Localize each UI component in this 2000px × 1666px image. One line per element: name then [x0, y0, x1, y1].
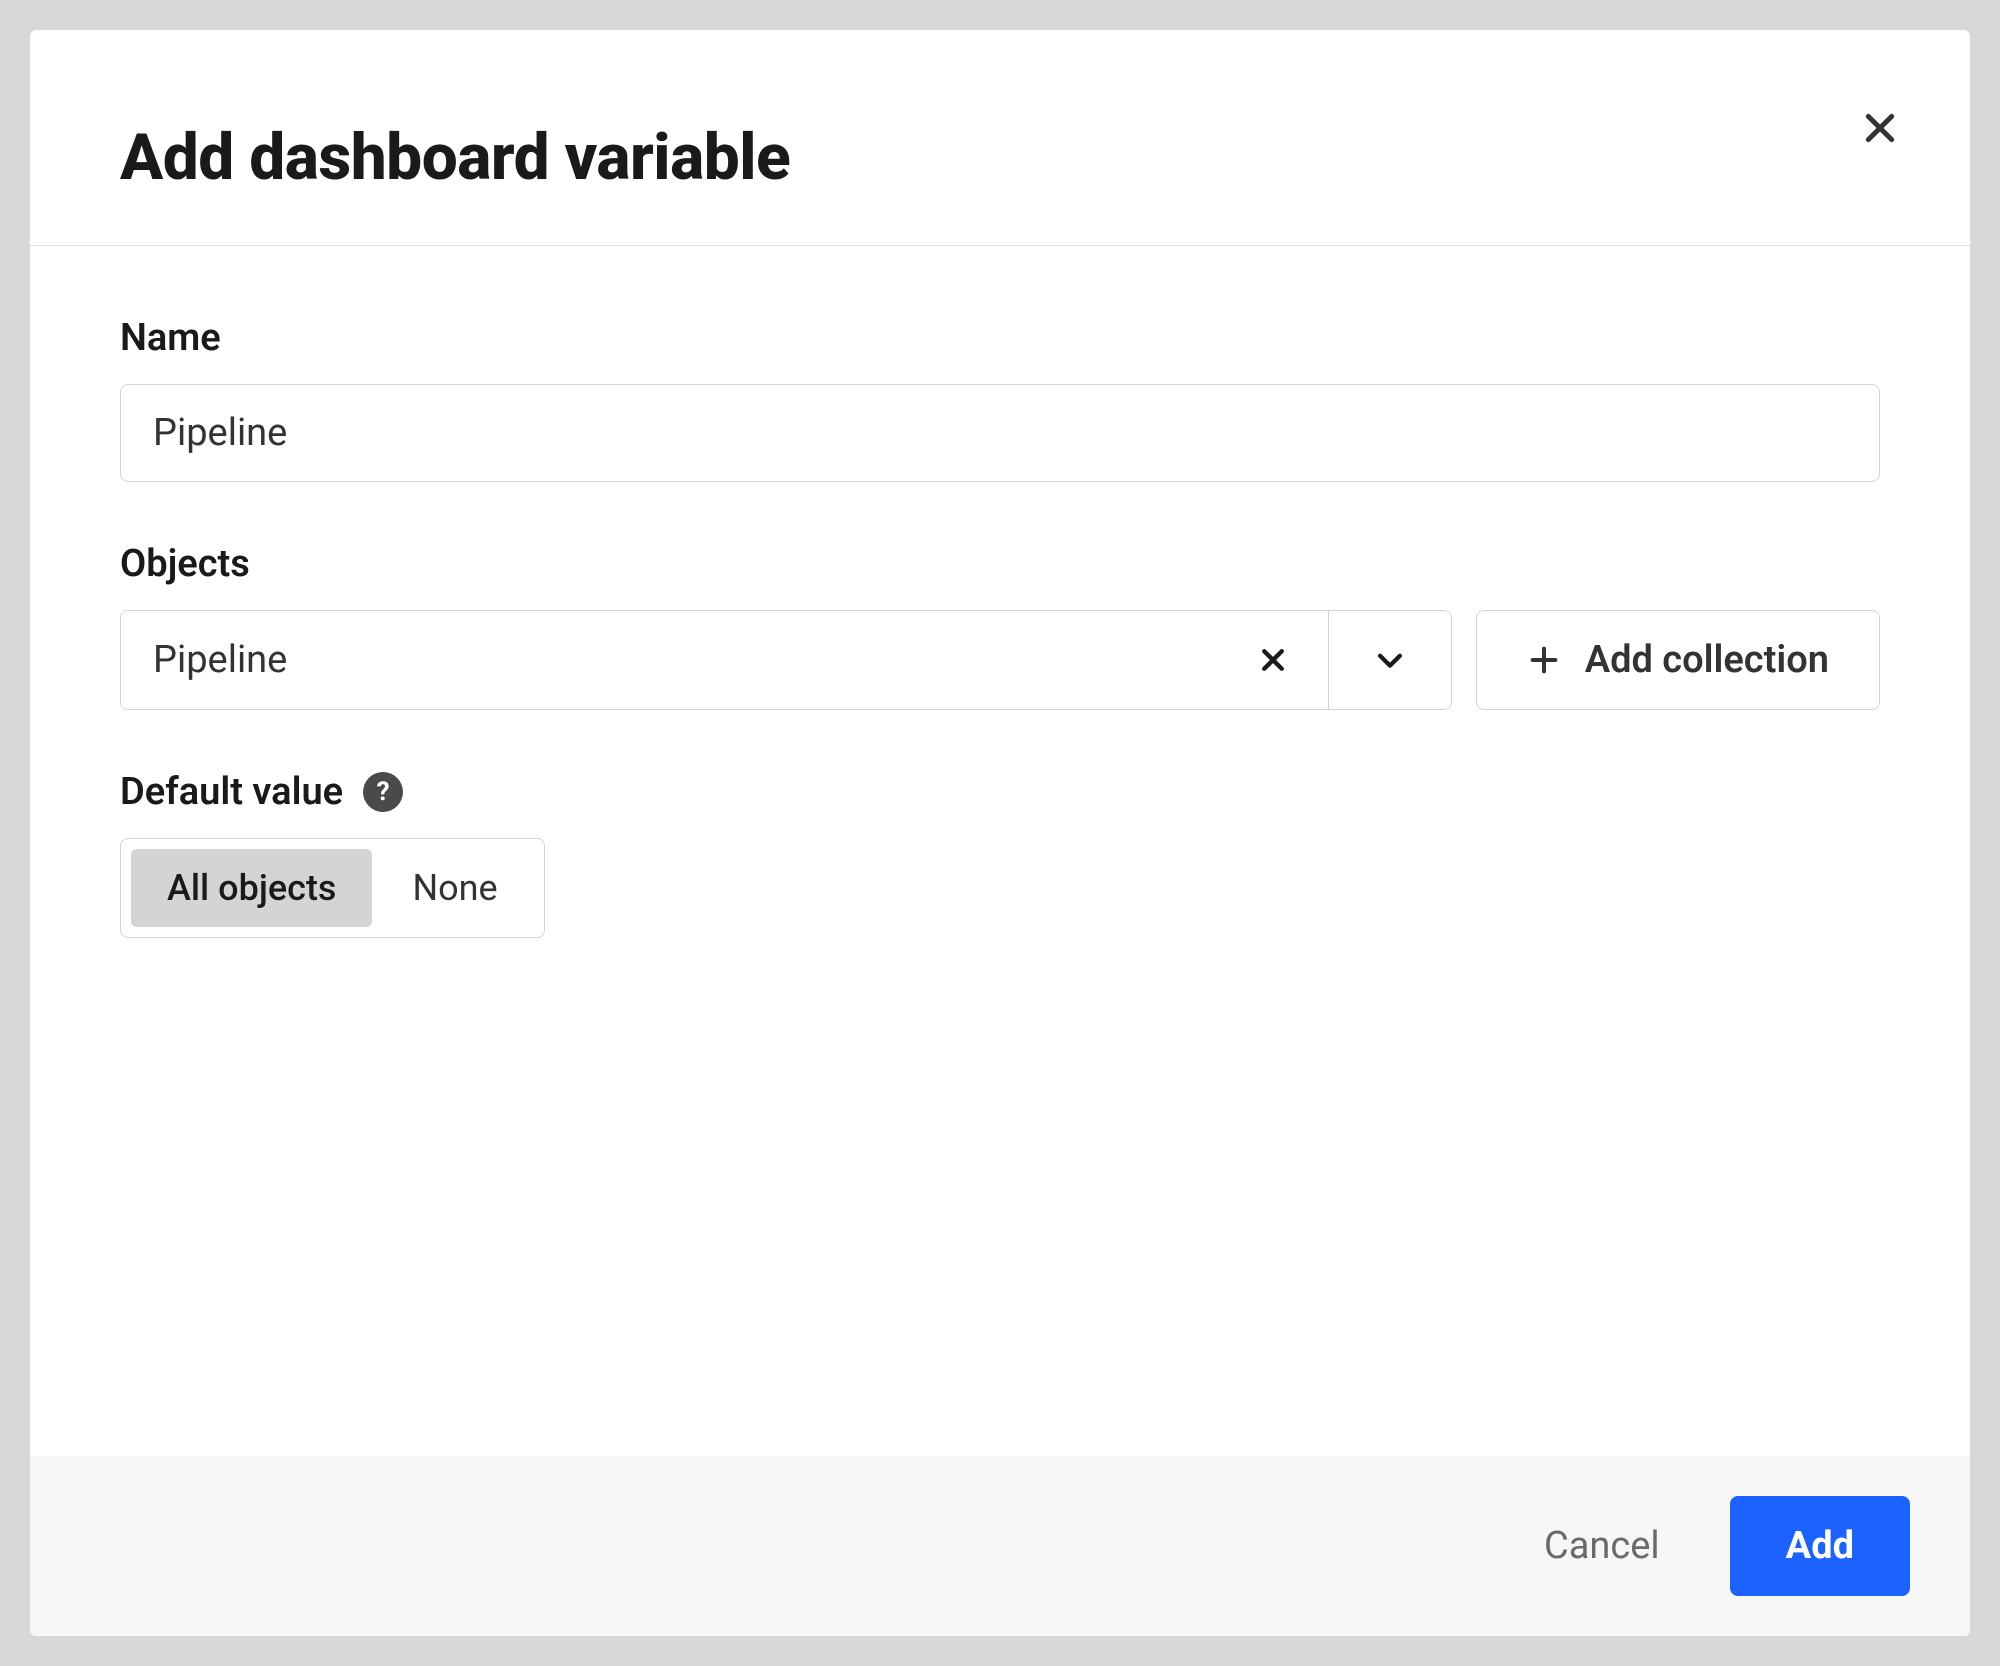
add-collection-button[interactable]: Add collection [1476, 610, 1880, 710]
default-value-label-text: Default value [120, 770, 343, 814]
chevron-down-icon [1373, 643, 1407, 677]
default-value-label: Default value ? [120, 770, 1880, 814]
objects-selected-text: Pipeline [153, 638, 1226, 682]
objects-label: Objects [120, 542, 1880, 586]
default-value-none[interactable]: None [376, 849, 533, 927]
objects-dropdown-toggle[interactable] [1328, 611, 1451, 709]
add-collection-label: Add collection [1585, 638, 1829, 682]
plus-icon [1527, 643, 1561, 677]
objects-row: Pipeline [120, 610, 1880, 710]
objects-clear-button[interactable] [1250, 637, 1296, 683]
help-icon[interactable]: ? [363, 772, 403, 812]
add-dashboard-variable-modal: Add dashboard variable Name Objects Pipe… [30, 30, 1970, 1636]
modal-footer: Cancel Add [30, 1456, 1970, 1636]
objects-select-value: Pipeline [121, 611, 1328, 709]
modal-header: Add dashboard variable [30, 30, 1970, 246]
default-value-segmented: All objects None [120, 838, 545, 938]
name-label: Name [120, 316, 1880, 360]
modal-title: Add dashboard variable [120, 120, 790, 195]
default-value-field-group: Default value ? All objects None [120, 770, 1880, 938]
close-button[interactable] [1850, 98, 1910, 158]
name-field-group: Name [120, 316, 1880, 482]
objects-select[interactable]: Pipeline [120, 610, 1452, 710]
modal-body: Name Objects Pipeline [30, 246, 1970, 1456]
add-button[interactable]: Add [1730, 1496, 1910, 1596]
objects-field-group: Objects Pipeline [120, 542, 1880, 710]
default-value-all-objects[interactable]: All objects [131, 849, 372, 927]
clear-icon [1258, 645, 1288, 675]
cancel-button[interactable]: Cancel [1524, 1500, 1680, 1592]
name-input[interactable] [120, 384, 1880, 482]
close-icon [1860, 108, 1900, 148]
